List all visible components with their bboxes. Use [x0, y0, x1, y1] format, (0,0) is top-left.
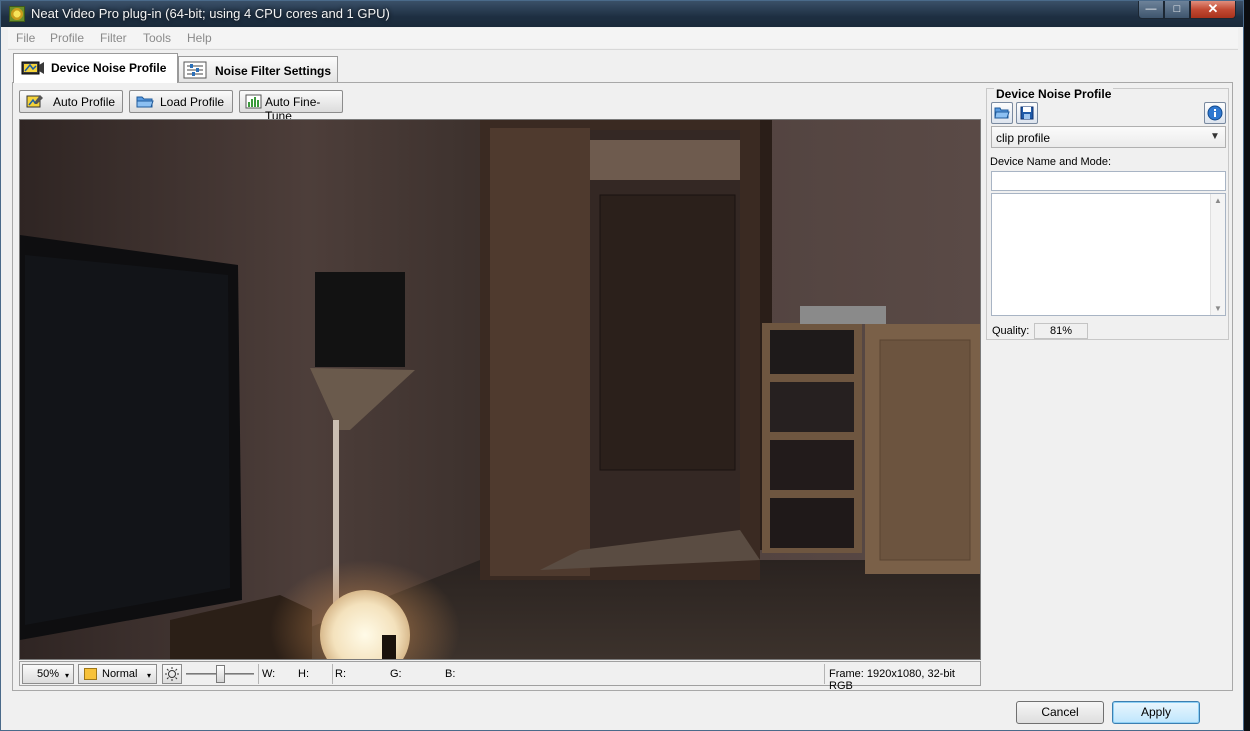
tab-label: Noise Filter Settings — [215, 64, 332, 78]
quality-value: 81% — [1034, 323, 1088, 339]
cancel-button[interactable]: Cancel — [1016, 701, 1104, 724]
blue-label: B: — [445, 668, 456, 680]
frame-info: Frame: 1920x1080, 32-bit RGB — [829, 668, 955, 692]
folder-icon — [136, 96, 154, 108]
separator — [332, 664, 333, 684]
green-label: G: — [390, 668, 402, 680]
profile-select-value: clip profile — [996, 131, 1051, 145]
device-name-label: Device Name and Mode: — [990, 156, 1112, 168]
profile-notes-area[interactable]: ▲ ▼ — [991, 193, 1226, 316]
profile-group-title: Device Noise Profile — [994, 87, 1114, 101]
load-profile-button[interactable]: Load Profile — [129, 90, 233, 113]
auto-profile-icon — [26, 95, 43, 108]
camera-profile-icon — [21, 61, 44, 75]
chevron-down-icon: ▾ — [147, 671, 152, 680]
zoom-dropdown[interactable]: 50% ▾ — [22, 664, 74, 684]
height-label: H: — [298, 668, 309, 680]
width-label: W: — [262, 668, 276, 680]
tab-device-noise-profile[interactable]: Device Noise Profile — [13, 53, 178, 83]
brightness-slider-handle[interactable] — [216, 665, 225, 683]
menu-filter[interactable]: Filter — [100, 31, 127, 45]
quality-label: Quality: — [992, 325, 1030, 337]
view-mode-dropdown[interactable]: Normal ▾ — [78, 664, 157, 684]
chevron-down-icon: ▾ — [65, 671, 70, 680]
profile-group: Device Noise Profile clip profile ▼ Devi… — [986, 87, 1229, 340]
open-profile-button[interactable] — [991, 102, 1013, 124]
brightness-button[interactable] — [162, 664, 182, 684]
separator — [824, 664, 825, 684]
close-button[interactable]: ✕ — [1190, 1, 1236, 19]
video-preview[interactable] — [19, 119, 981, 660]
tab-strip: Device Noise Profile Noise Filter Settin… — [8, 49, 1238, 83]
scroll-down-icon[interactable]: ▼ — [1214, 304, 1222, 313]
apply-button[interactable]: Apply — [1112, 701, 1200, 724]
auto-fine-tune-button[interactable]: Auto Fine-Tune — [239, 90, 343, 123]
auto-profile-button[interactable]: Auto Profile — [19, 90, 123, 113]
fine-tune-icon — [245, 94, 262, 109]
zoom-value: 50% — [37, 668, 60, 680]
menu-help[interactable]: Help — [187, 31, 212, 45]
background-desktop-strip — [1244, 0, 1250, 731]
red-label: R: — [335, 668, 346, 680]
app-icon — [9, 6, 25, 22]
menu-file[interactable]: File — [16, 31, 35, 45]
load-profile-label: Load Profile — [160, 95, 225, 109]
tab-label: Device Noise Profile — [51, 61, 167, 75]
brightness-icon — [165, 667, 179, 681]
title-bar[interactable]: Neat Video Pro plug-in (64-bit; using 4 … — [1, 1, 1243, 27]
device-name-input[interactable] — [991, 171, 1226, 191]
separator — [258, 664, 259, 684]
minimize-button[interactable]: — — [1138, 1, 1164, 19]
info-icon — [1207, 105, 1223, 121]
preview-status-bar: 50% ▾ Normal ▾ W: H: R: G: B: Frame: 192… — [19, 661, 981, 692]
notes-scrollbar[interactable]: ▲ ▼ — [1210, 194, 1225, 315]
maximize-button[interactable]: □ — [1164, 1, 1190, 19]
mode-swatch-icon — [84, 668, 97, 680]
save-disk-icon — [1020, 106, 1034, 120]
neat-video-window: Neat Video Pro plug-in (64-bit; using 4 … — [0, 0, 1244, 731]
menu-bar: File Profile Filter Tools Help — [8, 28, 1238, 48]
info-button[interactable] — [1204, 102, 1226, 124]
device-profile-panel: Auto Profile Load Profile Auto Fine-Tune — [12, 82, 1233, 692]
save-profile-button[interactable] — [1016, 102, 1038, 124]
mode-value: Normal — [102, 668, 138, 680]
chevron-down-icon: ▼ — [1210, 131, 1220, 142]
menu-profile[interactable]: Profile — [50, 31, 84, 45]
preview-frame-image — [20, 120, 980, 659]
scroll-up-icon[interactable]: ▲ — [1214, 196, 1222, 205]
profile-select[interactable]: clip profile ▼ — [991, 126, 1226, 148]
menu-tools[interactable]: Tools — [143, 31, 171, 45]
window-title: Neat Video Pro plug-in (64-bit; using 4 … — [31, 6, 390, 21]
folder-open-icon — [994, 107, 1010, 119]
auto-profile-label: Auto Profile — [53, 95, 116, 109]
sliders-icon — [183, 61, 207, 79]
tab-noise-filter-settings[interactable]: Noise Filter Settings — [178, 56, 338, 82]
